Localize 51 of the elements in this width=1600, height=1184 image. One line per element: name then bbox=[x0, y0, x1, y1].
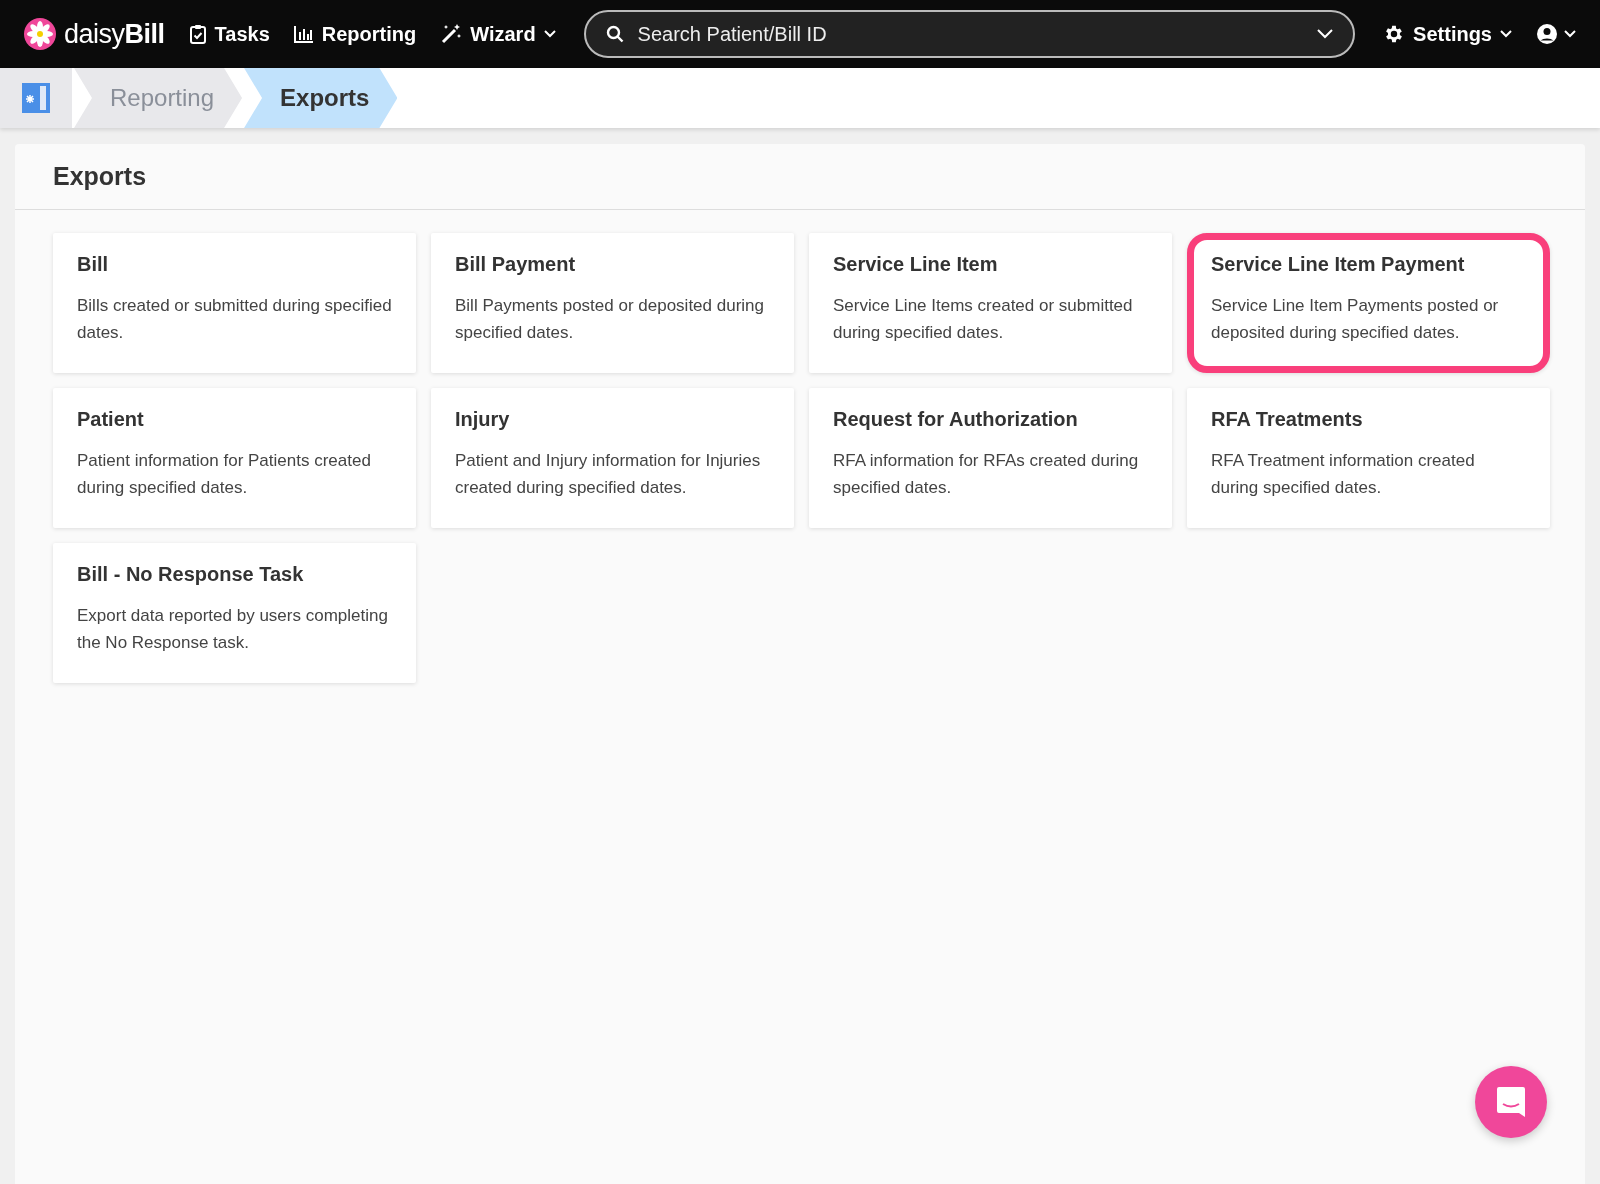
export-card[interactable]: Bill - No Response Task Export data reported by users completing the No Response task. bbox=[53, 543, 416, 683]
nav-link[interactable]: Wizard bbox=[440, 22, 556, 46]
search-bar[interactable]: Search Patient/Bill ID bbox=[583, 10, 1356, 58]
nav-link[interactable]: Tasks bbox=[188, 22, 270, 46]
card-title: Service Line Item bbox=[833, 253, 999, 276]
chat-button[interactable] bbox=[1475, 1066, 1547, 1138]
clipboard-check-icon bbox=[188, 24, 207, 44]
card-description: Patient information for Patients created during specified dates. bbox=[77, 450, 372, 499]
logo-text[interactable]: daisyBill bbox=[64, 18, 165, 50]
card-title: Request for Authorization bbox=[833, 408, 1079, 431]
user-avatar-icon bbox=[1536, 23, 1558, 45]
chevron-down-icon bbox=[1317, 29, 1334, 39]
export-card[interactable]: Request for Authorization RFA information for RFAs created during specified dates. bbox=[809, 388, 1172, 528]
export-card[interactable]: Bill Bills created or submitted during specified dates. bbox=[53, 233, 416, 373]
chevron-down-icon bbox=[543, 30, 556, 38]
card-description: Service Line Items created or submitted during specified dates. bbox=[833, 295, 1134, 344]
card-description: Bill Payments posted or deposited during specified dates. bbox=[455, 295, 765, 344]
card-title: Service Line Item Payment bbox=[1211, 253, 1466, 276]
nav-link[interactable]: Reporting bbox=[293, 22, 417, 46]
card-description: Bills created or submitted during specified dates. bbox=[77, 295, 392, 344]
bar-chart-icon bbox=[293, 25, 314, 43]
card-description: Export data reported by users completing the No Response task. bbox=[77, 605, 389, 654]
document-icon bbox=[22, 83, 50, 113]
search-input[interactable]: Search Patient/Bill ID bbox=[635, 21, 1306, 47]
export-card[interactable]: Patient Patient information for Patients created during specified dates. bbox=[53, 388, 416, 528]
card-description: RFA information for RFAs created during specified dates. bbox=[833, 450, 1140, 499]
export-card[interactable]: Service Line Item Payment Service Line Item Payments posted or deposited during specified dates. bbox=[1187, 233, 1550, 373]
settings-menu[interactable]: Settings bbox=[1383, 22, 1512, 46]
search-icon bbox=[605, 25, 624, 43]
home-crumb[interactable] bbox=[0, 68, 72, 128]
card-description: RFA Treatment information created during specified dates. bbox=[1211, 450, 1476, 499]
export-card[interactable]: Injury Patient and Injury information for Injuries created during specified dates. bbox=[431, 388, 794, 528]
card-title: Bill - No Response Task bbox=[77, 563, 305, 586]
card-title: Patient bbox=[77, 408, 145, 431]
user-menu[interactable] bbox=[1536, 23, 1576, 45]
card-title: RFA Treatments bbox=[1211, 408, 1364, 431]
export-card[interactable]: Bill Payment Bill Payments posted or deposited during specified dates. bbox=[431, 233, 794, 373]
card-title: Bill Payment bbox=[455, 253, 577, 276]
magic-wand-icon bbox=[440, 23, 463, 45]
export-card[interactable]: RFA Treatments RFA Treatment information created during specified dates. bbox=[1187, 388, 1550, 528]
card-description: Patient and Injury information for Injuries created during specified dates. bbox=[455, 450, 762, 499]
flower-logo-icon bbox=[24, 18, 56, 50]
card-title: Injury bbox=[455, 408, 511, 431]
chevron-down-icon bbox=[1500, 30, 1512, 38]
card-title: Bill bbox=[77, 253, 110, 276]
chat-bubble-icon bbox=[1496, 1086, 1526, 1118]
export-card[interactable]: Service Line Item Service Line Items created or submitted during specified dates. bbox=[809, 233, 1172, 373]
panel-title: Exports bbox=[15, 144, 1585, 210]
breadcrumb-link[interactable]: Exports bbox=[244, 68, 398, 128]
chevron-down-icon bbox=[1564, 30, 1576, 38]
card-description: Service Line Item Payments posted or deposited during specified dates. bbox=[1211, 295, 1500, 344]
